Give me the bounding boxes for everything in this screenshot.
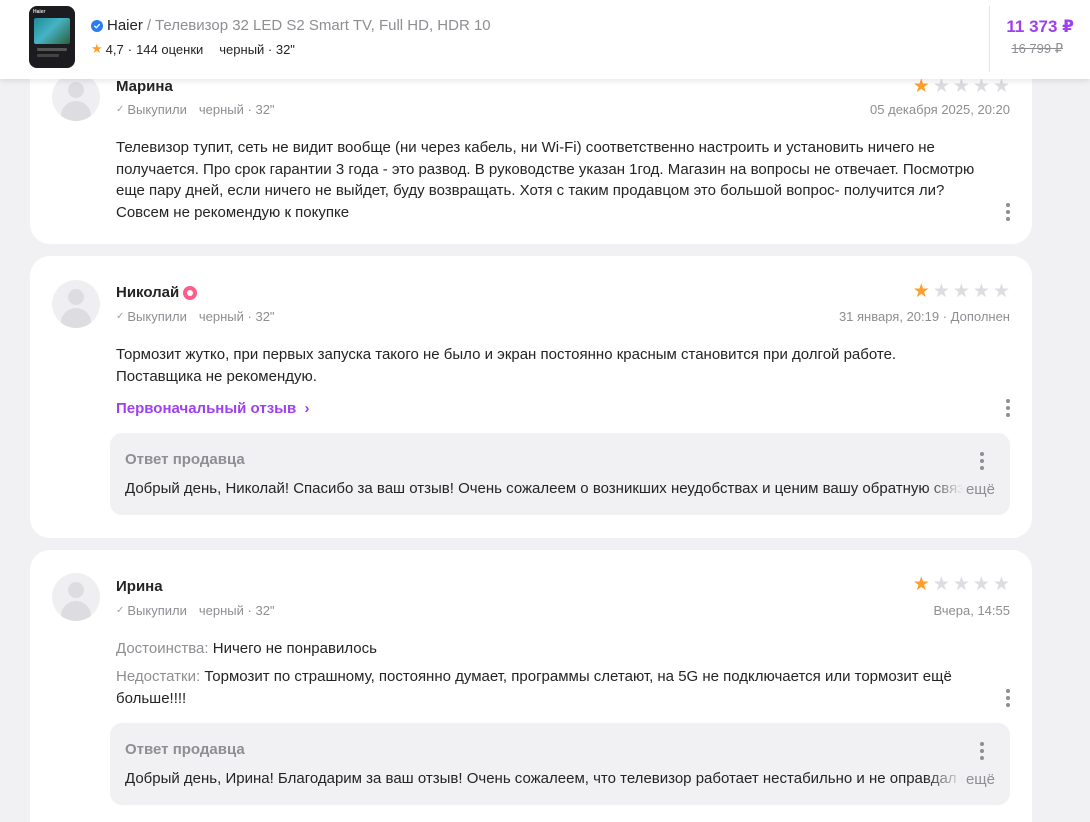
avatar (52, 73, 100, 121)
star-icon: ★ (912, 281, 930, 302)
avatar (52, 280, 100, 328)
seller-reply: Ответ продавца Добрый день, Ирина! Благо… (110, 723, 1010, 805)
seller-reply-title: Ответ продавца (125, 451, 245, 468)
purchase-status: ✓ Выкупили черный · 32" (116, 102, 275, 117)
star-icon: ★ (91, 41, 103, 56)
brand-name[interactable]: Haier (107, 17, 143, 34)
star-icon: ★ (912, 76, 930, 97)
product-rating: 4,7 (105, 41, 124, 57)
product-thumbnail[interactable]: Haier (29, 6, 75, 68)
title-separator: / (146, 17, 152, 34)
review-date: 05 декабря 2025, 20:20 (870, 102, 1010, 117)
chevron-right-icon: › (300, 400, 310, 417)
more-options-icon[interactable] (1006, 689, 1010, 707)
seller-reply-title: Ответ продавца (125, 741, 245, 758)
price: 11 373 ₽ (1006, 17, 1074, 36)
seller-reply: Ответ продавца Добрый день, Николай! Спа… (110, 433, 1010, 515)
divider (989, 6, 990, 72)
star-icon: ★ (932, 281, 950, 302)
original-review-link[interactable]: Первоначальный отзыв › (116, 400, 310, 417)
thumb-brand: Haier (33, 9, 46, 15)
more-options-icon[interactable] (1006, 399, 1010, 417)
check-icon: ✓ (116, 605, 125, 616)
review-text: Тормозит жутко, при первых запуска таког… (116, 346, 897, 385)
badge-icon (183, 285, 198, 300)
verified-icon (91, 19, 103, 32)
product-name[interactable]: Телевизор 32 LED S2 Smart TV, Full HD, H… (155, 17, 491, 34)
review-pros: Достоинства: Ничего не понравилось (116, 640, 377, 657)
review-date: 31 января, 20:19 · Дополнен (838, 309, 1010, 324)
star-icon: ★ (972, 76, 990, 97)
review-author: Николай (116, 284, 198, 301)
check-icon: ✓ (116, 104, 125, 115)
purchase-status: ✓ Выкупили черный · 32" (116, 603, 275, 618)
rating-stars: ★ ★ ★ ★ ★ (913, 77, 1010, 96)
review-date: Вчера, 14:55 (933, 603, 1010, 618)
check-icon: ✓ (116, 311, 125, 322)
seller-reply-options-icon[interactable] (980, 742, 984, 760)
star-icon: ★ (952, 76, 970, 97)
expand-link[interactable]: ещё (966, 481, 995, 498)
product-header: Haier Haier / Телевизор 32 LED S2 Smart … (0, 0, 1090, 79)
star-icon: ★ (992, 281, 1010, 302)
tv-screen-image (34, 18, 70, 44)
product-variant: черный · 32" (219, 41, 295, 57)
old-price: 16 799 ₽ (1011, 41, 1063, 56)
review-card: Николай ✓ Выкупили черный · 32" ★ ★ ★ ★ ★ 31… (30, 256, 1032, 538)
seller-reply-text: Добрый день, Ирина! Благодарим за ваш от… (125, 770, 980, 787)
more-options-icon[interactable] (1006, 203, 1010, 221)
review-author: Ирина (116, 578, 163, 595)
rating-stars: ★ ★ ★ ★ ★ (913, 575, 1010, 594)
avatar (52, 573, 100, 621)
product-meta: ★ 4,7 · 144 оценки черный · 32" (91, 41, 295, 57)
expand-link[interactable]: ещё (966, 771, 995, 788)
review-author: Марина (116, 78, 173, 95)
star-icon: ★ (932, 574, 950, 595)
star-icon: ★ (992, 574, 1010, 595)
seller-reply-text: Добрый день, Николай! Спасибо за ваш отз… (125, 480, 977, 497)
purchase-status: ✓ Выкупили черный · 32" (116, 309, 275, 324)
star-icon: ★ (912, 574, 930, 595)
product-title: Haier / Телевизор 32 LED S2 Smart TV, Fu… (91, 17, 491, 34)
review-card: Марина ✓ Выкупили черный · 32" ★ ★ ★ ★ ★ 05 … (30, 52, 1032, 244)
star-icon: ★ (972, 574, 990, 595)
seller-reply-options-icon[interactable] (980, 452, 984, 470)
review-text: Телевизор тупит, сеть не видит вообще (н… (116, 139, 975, 221)
star-icon: ★ (932, 76, 950, 97)
star-icon: ★ (972, 281, 990, 302)
review-cons: Недостатки: Тормозит по страшному, посто… (116, 668, 952, 707)
rating-stars: ★ ★ ★ ★ ★ (913, 282, 1010, 301)
reviews-count[interactable]: 144 оценки (136, 42, 203, 57)
star-icon: ★ (952, 281, 970, 302)
review-card: Ирина ✓ Выкупили черный · 32" ★ ★ ★ ★ ★ Вчер… (30, 550, 1032, 822)
star-icon: ★ (952, 574, 970, 595)
star-icon: ★ (992, 76, 1010, 97)
